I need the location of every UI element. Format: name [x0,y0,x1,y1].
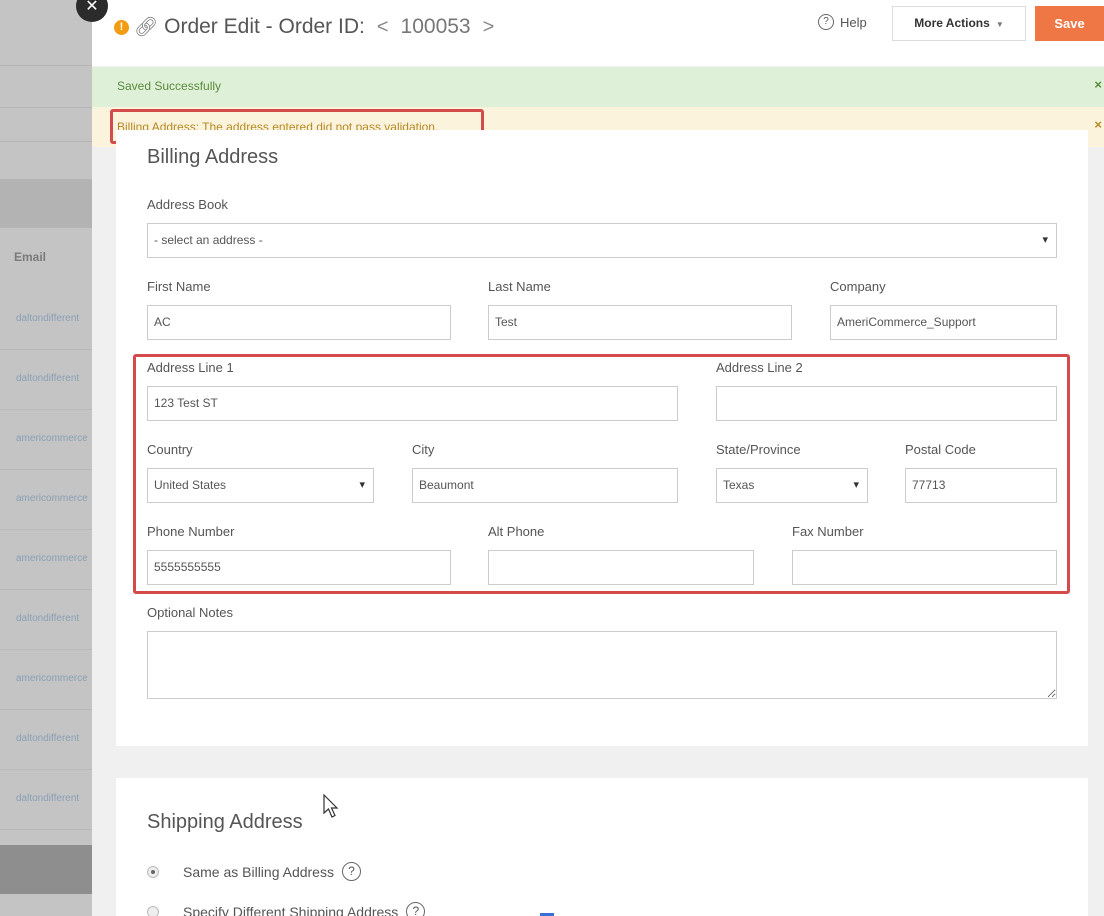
alt-phone-field[interactable] [488,550,754,585]
chevron-down-icon: ▼ [995,20,1004,29]
different-shipping-label: Specify Different Shipping Address [183,903,399,916]
help-icon[interactable]: ? [341,862,361,881]
bg-band [0,66,92,108]
radio-button[interactable] [147,865,159,878]
success-alert-text: Saved Successfully [117,79,222,93]
optional-notes-label: Optional Notes [147,605,233,620]
bg-table-row: daltondifferent [0,770,92,830]
link-icon[interactable]: 🔗︎ [134,15,158,39]
address-line-2-label: Address Line 2 [716,360,803,375]
bg-band [0,180,92,228]
help-label: Help [840,14,867,30]
same-as-billing-label: Same as Billing Address [183,863,334,880]
state-province-label: State/Province [716,442,801,457]
close-icon[interactable]: × [1094,117,1102,132]
bg-table-row: daltondifferent [0,290,92,350]
first-name-field[interactable]: AC [147,305,451,340]
modal-header: ! 🔗︎ Order Edit - Order ID: < 100053 > ?… [92,0,1104,66]
more-actions-button[interactable]: More Actions ▼ [892,6,1026,41]
page-title: Order Edit - Order ID: [164,15,365,38]
bg-band [0,142,92,180]
shipping-section-title: Shipping Address [147,811,303,833]
bg-table-row: americommerce [0,530,92,590]
same-as-billing-option[interactable]: Same as Billing Address ? [147,862,361,881]
bg-table-row: daltondifferent [0,590,92,650]
mouse-cursor-icon [323,794,339,818]
help-icon: ? [818,14,834,30]
address-line-1-field[interactable]: 123 Test ST [147,386,678,421]
company-field[interactable]: AmeriCommerce_Support [830,305,1057,340]
country-select[interactable]: United States [147,468,374,503]
city-label: City [412,442,435,457]
bg-table-row: daltondifferent [0,350,92,410]
bg-email-column-header: Email [14,250,47,264]
order-edit-modal: ! 🔗︎ Order Edit - Order ID: < 100053 > ?… [92,0,1104,916]
different-shipping-option[interactable]: Specify Different Shipping Address ? [147,902,426,916]
close-icon[interactable]: × [1094,77,1102,92]
address-book-label: Address Book [147,197,228,212]
previous-order-button[interactable]: < [377,16,389,39]
postal-code-label: Postal Code [905,442,976,457]
warning-icon: ! [114,19,129,35]
success-alert: Saved Successfully × [92,67,1104,107]
phone-number-field[interactable]: 5555555555 [147,550,451,585]
state-province-select[interactable]: Texas [716,468,868,503]
bg-footer [0,845,92,894]
city-field[interactable]: Beaumont [412,468,678,503]
address-line-1-label: Address Line 1 [147,360,234,375]
radio-button[interactable] [147,905,159,916]
bg-table-row: americommerce [0,470,92,530]
address-book-value: - select an address - [154,233,263,247]
bg-table-row: daltondifferent [0,710,92,770]
bg-table-row: americommerce [0,650,92,710]
postal-code-field[interactable]: 77713 [905,468,1057,503]
country-value: United States [154,478,227,492]
help-link[interactable]: ? Help [818,14,867,30]
address-book-select[interactable]: - select an address - [147,223,1057,258]
last-name-label: Last Name [488,279,551,294]
country-label: Country [147,442,193,457]
phone-number-label: Phone Number [147,524,235,539]
background-page: Email daltondifferent daltondifferent am… [0,0,92,916]
alt-phone-label: Alt Phone [488,524,545,539]
optional-notes-textarea[interactable] [147,631,1057,699]
company-label: Company [830,279,886,294]
modal-title: ! 🔗︎ Order Edit - Order ID: < 100053 > [114,12,506,42]
help-icon[interactable]: ? [406,902,426,916]
next-order-button[interactable]: > [483,16,495,39]
last-name-field[interactable]: Test [488,305,792,340]
fax-number-field[interactable] [792,550,1057,585]
state-province-value: Texas [723,478,755,492]
billing-section-title: Billing Address [147,146,279,168]
bg-band [0,108,92,142]
save-button[interactable]: Save [1035,6,1104,41]
shipping-address-card [116,778,1088,916]
bg-table-row: americommerce [0,410,92,470]
order-id: 100053 [400,15,471,38]
more-actions-label: More Actions [914,16,990,30]
first-name-label: First Name [147,279,211,294]
address-line-2-field[interactable] [716,386,1057,421]
fax-number-label: Fax Number [792,524,864,539]
